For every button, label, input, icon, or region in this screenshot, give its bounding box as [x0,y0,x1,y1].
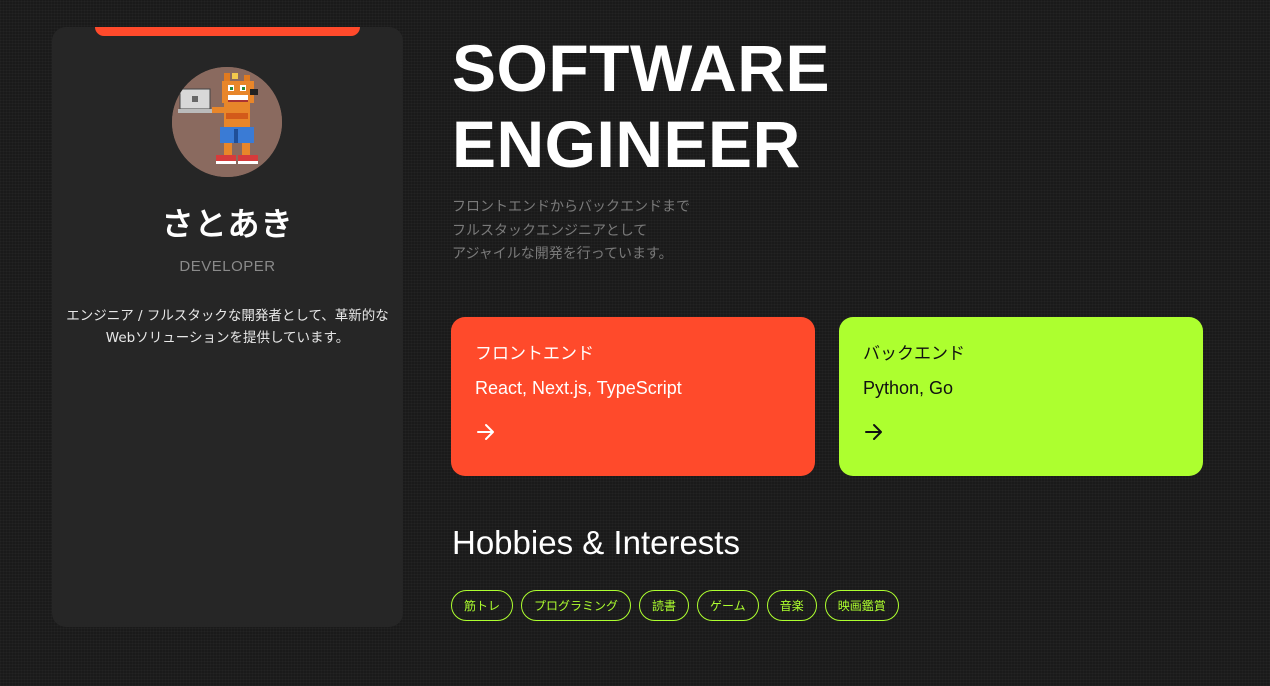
hero-description-line: フルスタックエンジニアとして [452,222,648,239]
skill-card-tech: Python, Go [863,378,954,398]
arrow-right-icon[interactable] [863,421,885,443]
profile-name: さとあき [161,205,294,243]
profile-bio: エンジニア / フルスタックな開発者として、革新的なWebソリューションを提供し… [66,308,389,346]
skill-card-tech: React, Next.js, TypeScript [475,378,682,398]
arrow-right-icon[interactable] [475,421,497,443]
skill-card-title: バックエンド [863,344,965,364]
hobbies-heading: Hobbies & Interests [452,524,740,561]
hero-description-line: アジャイルな開発を行っています。 [452,246,673,262]
profile-role: DEVELOPER [179,258,276,275]
hero-title-line: ENGINEER [452,107,801,181]
pixel-fox-avatar-icon [172,67,282,177]
hero-title-line: SOFTWARE [452,31,830,105]
avatar [172,67,282,177]
hobby-tag[interactable]: プログラミング [521,590,632,621]
hero-title: SOFTWARE ENGINEER [452,30,1052,182]
hero-description: フロントエンドからバックエンドまで フルスタックエンジニアとして アジャイルな開… [452,196,872,267]
skill-card-title: フロントエンド [475,344,594,364]
hobby-tag[interactable]: 読書 [639,590,690,621]
skill-card-backend[interactable]: バックエンド Python, Go [839,317,1203,476]
hobby-tag[interactable]: ゲーム [697,590,759,621]
profile-card: さとあき DEVELOPER エンジニア / フルスタックな開発者として、革新的… [52,27,403,627]
hobby-tag[interactable]: 音楽 [766,590,817,621]
hobby-tag[interactable]: 映画鑑賞 [824,590,899,621]
skill-card-frontend[interactable]: フロントエンド React, Next.js, TypeScript [451,317,815,476]
card-accent-bar [95,27,360,36]
hobby-tag-list: 筋トレ プログラミング 読書 ゲーム 音楽 映画鑑賞 [451,590,899,621]
hobby-tag[interactable]: 筋トレ [451,590,514,621]
hero-description-line: フロントエンドからバックエンドまで [452,199,690,215]
